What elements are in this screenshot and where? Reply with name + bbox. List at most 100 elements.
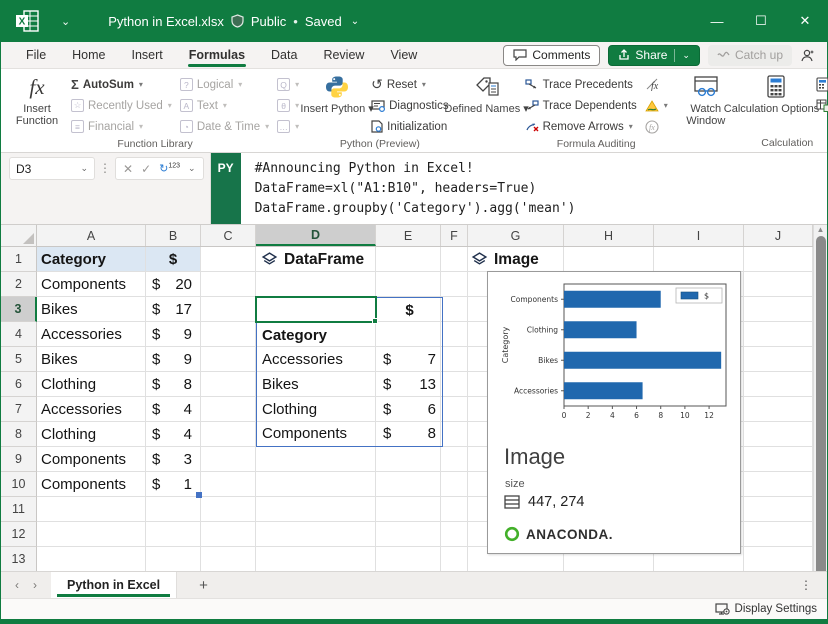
close-button[interactable]: ✕ [783,0,827,42]
cell-d13[interactable] [256,547,376,571]
column-header-d[interactable]: D [256,225,376,246]
cell-j3[interactable] [744,297,813,322]
recently-used-button[interactable]: ☆ Recently Used ▾ [69,95,174,116]
cell-h1[interactable] [564,247,654,272]
sheet-tab-more-icon[interactable]: ⋮ [786,572,827,598]
diagnostics-button[interactable]: Diagnostics [369,95,450,116]
autosum-button[interactable]: Σ AutoSum ▾ [69,74,174,95]
cell-d2[interactable] [256,272,376,297]
math-trig-button[interactable]: θ▾ [275,95,301,116]
confirm-entry-icon[interactable]: ✓ [141,162,151,176]
show-formulas-button[interactable]: fx [643,74,670,95]
cell-e11[interactable] [376,497,441,522]
cell-a2[interactable]: Components [37,272,146,297]
cell-j4[interactable] [744,322,813,347]
cell-a5[interactable]: Bikes [37,347,146,372]
dataframe-cell-label[interactable]: DataFrame [261,247,364,272]
menu-tab-data[interactable]: Data [258,42,310,68]
cell-a11[interactable] [37,497,146,522]
column-header-i[interactable]: I [654,225,744,246]
cell-e2[interactable] [376,272,441,297]
quick-access-chevron-icon[interactable]: ⌄ [61,15,70,28]
cell-a7[interactable]: Accessories [37,397,146,422]
cell-b5[interactable]: $9 [146,347,201,372]
save-status[interactable]: Saved [305,14,342,29]
cell-b12[interactable] [146,522,201,547]
text-button[interactable]: A Text ▾ [178,95,271,116]
cell-j5[interactable] [744,347,813,372]
cell-f11[interactable] [441,497,468,522]
row-header-5[interactable]: 5 [1,347,37,372]
row-header-13[interactable]: 13 [1,547,37,571]
comments-button[interactable]: Comments [503,45,600,66]
cell-c7[interactable] [201,397,256,422]
fill-handle[interactable] [372,318,378,324]
formula-bar-grip-icon[interactable]: ⋮ [99,157,111,175]
column-header-a[interactable]: A [37,225,146,246]
row-header-6[interactable]: 6 [1,372,37,397]
row-header-9[interactable]: 9 [1,447,37,472]
column-header-h[interactable]: H [564,225,654,246]
cell-f10[interactable] [441,472,468,497]
cell-a4[interactable]: Accessories [37,322,146,347]
cell-e10[interactable] [376,472,441,497]
cell-c8[interactable] [201,422,256,447]
formula-input-area[interactable]: PY #Announcing Python in Excel! DataFram… [210,153,827,224]
cell-j2[interactable] [744,272,813,297]
column-header-b[interactable]: B [146,225,201,246]
cell-c4[interactable] [201,322,256,347]
cell-j6[interactable] [744,372,813,397]
cell-b13[interactable] [146,547,201,571]
cell-b4[interactable]: $9 [146,322,201,347]
cell-c12[interactable] [201,522,256,547]
name-box-chevron-icon[interactable]: ⌄ [80,163,88,174]
cell-a13[interactable] [37,547,146,571]
cell-c1[interactable] [201,247,256,272]
cancel-entry-icon[interactable]: ✕ [123,162,133,176]
formula-code[interactable]: #Announcing Python in Excel! DataFrame=x… [241,153,576,224]
image-cell-label[interactable]: Image [471,247,539,272]
trace-precedents-button[interactable]: Trace Precedents [523,74,639,95]
image-output-card[interactable]: ComponentsClothingBikesAccessories024681… [487,271,741,554]
cell-c2[interactable] [201,272,256,297]
row-header-2[interactable]: 2 [1,272,37,297]
lookup-reference-button[interactable]: Q▾ [275,74,301,95]
cell-a9[interactable]: Components [37,447,146,472]
more-functions-button[interactable]: …▾ [275,116,301,137]
cell-e1[interactable] [376,247,441,272]
select-all-corner[interactable] [1,225,37,246]
vertical-scrollbar[interactable]: ▲ ▼ [813,225,827,571]
share-button[interactable]: Share ⌄ [608,45,700,66]
financial-button[interactable]: ≡ Financial ▾ [69,116,174,137]
initialization-button[interactable]: Initialization [369,116,450,137]
cell-c6[interactable] [201,372,256,397]
cell-j11[interactable] [744,497,813,522]
cell-f9[interactable] [441,447,468,472]
scroll-up-icon[interactable]: ▲ [817,225,825,234]
row-header-10[interactable]: 10 [1,472,37,497]
add-sheet-button[interactable]: + [177,572,230,598]
cell-c3[interactable] [201,297,256,322]
row-header-1[interactable]: 1 [1,247,37,272]
cell-a8[interactable]: Clothing [37,422,146,447]
menu-tab-review[interactable]: Review [310,42,377,68]
cell-b8[interactable]: $4 [146,422,201,447]
row-header-11[interactable]: 11 [1,497,37,522]
calculate-sheet-button[interactable] [814,95,828,116]
cell-j13[interactable] [744,547,813,571]
column-header-c[interactable]: C [201,225,256,246]
column-header-f[interactable]: F [441,225,468,246]
cell-j7[interactable] [744,397,813,422]
cell-c5[interactable] [201,347,256,372]
cell-f1[interactable] [441,247,468,272]
cell-c13[interactable] [201,547,256,571]
cell-j9[interactable] [744,447,813,472]
menu-tab-formulas[interactable]: Formulas [176,42,258,68]
output-type-chevron-icon[interactable]: ⌄ [188,163,196,174]
cell-f8[interactable] [441,422,468,447]
cell-d11[interactable] [256,497,376,522]
cell-j10[interactable] [744,472,813,497]
remove-arrows-button[interactable]: Remove Arrows ▾ [523,116,639,137]
sheet-nav-left-icon[interactable]: ‹ [15,578,19,592]
display-settings-label[interactable]: Display Settings [735,603,817,615]
